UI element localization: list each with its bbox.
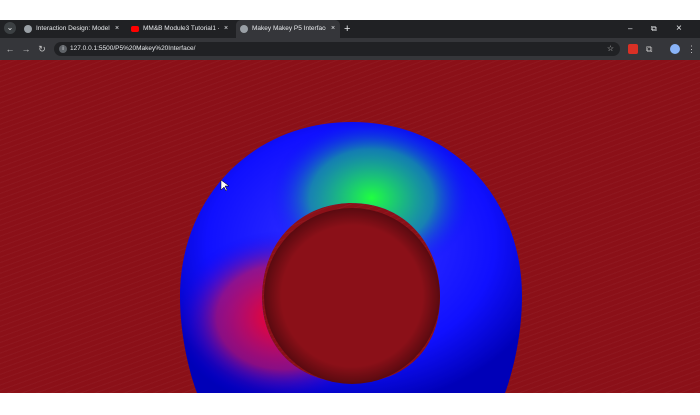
forward-button[interactable]: → — [20, 38, 32, 60]
extension-icon[interactable] — [628, 44, 638, 54]
window-close-button[interactable]: × — [676, 20, 682, 38]
close-icon[interactable]: × — [329, 20, 337, 38]
extensions-puzzle-icon[interactable]: ⧉ — [646, 39, 652, 54]
close-icon[interactable]: × — [222, 20, 230, 38]
tab-search-button[interactable]: ⌄ — [4, 22, 16, 34]
tab-interaction-design[interactable]: Interaction Design: Modelling × — [20, 20, 124, 38]
tab-title: MM&B Module3 Tutorial1 - Yo — [143, 25, 219, 32]
url-text: 127.0.0.1:5500/P5%20Makey%20Interface/ — [70, 45, 196, 52]
back-button[interactable]: ← — [4, 38, 16, 60]
more-menu-icon[interactable]: ⋮ — [687, 39, 696, 54]
globe-icon — [240, 25, 248, 33]
tab-title: Makey Makey P5 Interface — [252, 25, 326, 32]
globe-icon — [24, 25, 32, 33]
reload-button[interactable]: ↻ — [36, 38, 48, 60]
tab-title: Interaction Design: Modelling — [36, 25, 110, 32]
browser-toolbar: ← → ↻ i 127.0.0.1:5500/P5%20Makey%20Inte… — [0, 38, 700, 60]
tab-youtube[interactable]: MM&B Module3 Tutorial1 - Yo × — [127, 20, 233, 38]
minimize-button[interactable]: – — [628, 20, 632, 38]
new-tab-button[interactable]: + — [344, 20, 350, 38]
address-bar[interactable]: i 127.0.0.1:5500/P5%20Makey%20Interface/… — [54, 42, 620, 56]
torus-hole — [264, 208, 440, 384]
torus-scene — [180, 122, 522, 393]
profile-avatar[interactable] — [670, 44, 680, 54]
chevron-down-icon: ⌄ — [6, 23, 14, 32]
site-info-icon[interactable]: i — [59, 45, 67, 53]
tab-strip: ⌄ Interaction Design: Modelling × MM&B M… — [0, 20, 700, 38]
bookmark-star-icon[interactable]: ☆ — [607, 42, 614, 56]
tab-makey-makey[interactable]: Makey Makey P5 Interface × — [236, 20, 340, 38]
youtube-icon — [131, 26, 139, 32]
p5-canvas[interactable] — [0, 60, 700, 393]
maximize-button[interactable]: ⧉ — [651, 20, 657, 38]
close-icon[interactable]: × — [113, 20, 121, 38]
